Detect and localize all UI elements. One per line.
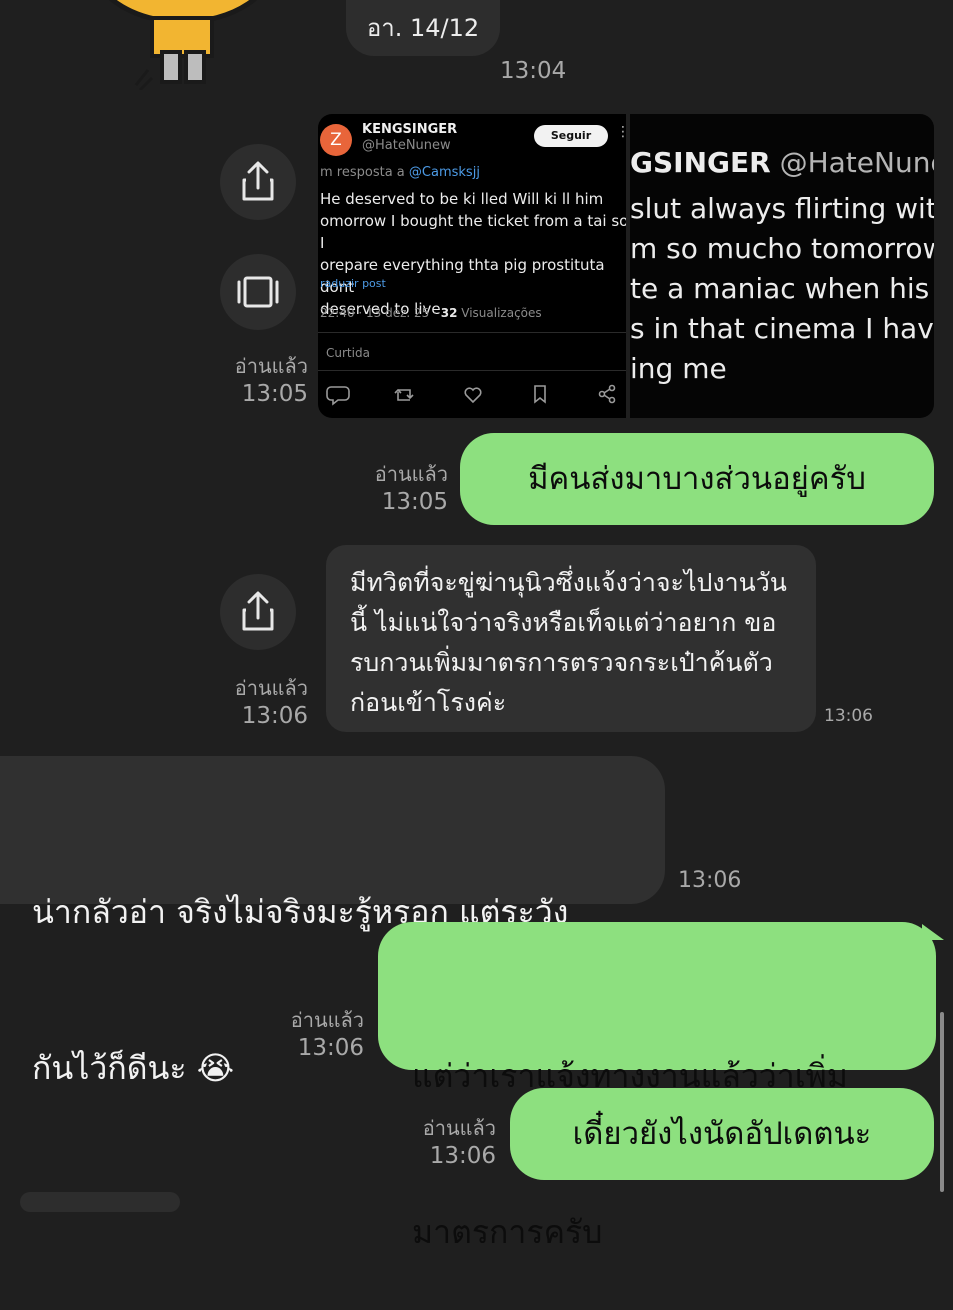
message-meta: อ่านแล้ว 13:06 bbox=[256, 1006, 364, 1062]
message-time: 13:05 bbox=[241, 381, 308, 407]
zoom-tweet-header: GSINGER @HateNune bbox=[630, 146, 934, 179]
tweet-zoom-image[interactable]: GSINGER @HateNune slut always flirting w… bbox=[630, 114, 934, 418]
message-time: 13:06 bbox=[429, 1143, 496, 1169]
date-separator: อา. 14/12 bbox=[346, 0, 500, 56]
tweet-avatar: Z bbox=[320, 124, 352, 156]
share-icon bbox=[242, 161, 274, 201]
message-line: มาตรการครับ bbox=[412, 1213, 603, 1251]
tweet-liked-label: Curtida bbox=[326, 346, 370, 360]
zoom-tweet-line: ing me bbox=[630, 352, 727, 385]
tweet-translate-link: raduzir post bbox=[320, 277, 386, 290]
read-status: อ่านแล้ว bbox=[290, 1008, 364, 1032]
more-icon: ⋮ bbox=[616, 124, 626, 140]
next-message-peek bbox=[20, 1192, 180, 1212]
divider bbox=[318, 332, 626, 333]
scrollbar[interactable] bbox=[940, 1012, 944, 1192]
zoom-tweet-line: te a maniac when his b bbox=[630, 272, 934, 305]
reply-icon bbox=[326, 386, 350, 406]
tweet-follow-button: Seguir bbox=[534, 125, 608, 147]
share-button[interactable] bbox=[220, 574, 296, 650]
tweet-body: He deserved to be ki lled Will ki ll him… bbox=[320, 190, 626, 318]
like-icon bbox=[464, 387, 482, 404]
share-button[interactable] bbox=[220, 144, 296, 220]
tweet-reply-context: m resposta a @Camsksjj bbox=[320, 165, 480, 180]
repost-icon bbox=[394, 388, 414, 401]
message-line: มีทวิตที่จะขู่ฆ่านุนิวซึ่งแจ้งว่าจะไปงาน… bbox=[350, 568, 787, 597]
tweet-author-name: KENGSINGER bbox=[362, 122, 458, 137]
zoom-tweet-line: slut always flirting with bbox=[630, 192, 934, 225]
read-status: อ่านแล้ว bbox=[234, 354, 308, 378]
read-status: อ่านแล้ว bbox=[422, 1116, 496, 1140]
tweet-stats: 22:40 · 13 dez. 25 · 32 Visualizações bbox=[320, 306, 542, 320]
share-icon bbox=[242, 591, 274, 631]
message-time: 13:06 bbox=[241, 703, 308, 729]
gallery-button[interactable] bbox=[220, 254, 296, 330]
bookmark-icon bbox=[534, 385, 546, 404]
share-icon bbox=[598, 384, 616, 404]
tweet-author-handle: @HateNunew bbox=[362, 138, 451, 153]
message-meta: อ่านแล้ว 13:05 bbox=[340, 460, 448, 516]
message-meta: อ่านแล้ว 13:06 bbox=[200, 674, 308, 730]
message-time: 13:06 bbox=[297, 1035, 364, 1061]
message-line: รบกวนเพิ่มมาตรการตรวจกระเป๋าค้นตัว bbox=[350, 648, 773, 677]
message-bubble-received[interactable]: น่ากลัวอ่า จริงไม่จริงมะรู้หรอก แต่ระวัง… bbox=[0, 756, 665, 1087]
tweet-action-bar bbox=[318, 378, 626, 408]
zoom-tweet-line: s in that cinema I have bbox=[630, 312, 934, 345]
gallery-icon bbox=[237, 276, 279, 308]
read-status: อ่านแล้ว bbox=[234, 676, 308, 700]
message-meta: อ่านแล้ว 13:05 bbox=[200, 352, 308, 408]
message-bubble-sent[interactable]: แต่ว่าเราแจ้งทางงานแล้วว่าเพิ่ม มาตรการค… bbox=[378, 922, 936, 1251]
message-bubble-sent[interactable]: เดี๋ยวยังไงนัดอัปเดตนะ bbox=[510, 1088, 934, 1180]
message-line: ก่อนเข้าโรงค่ะ bbox=[350, 688, 507, 717]
zoom-tweet-line: m so mucho tomorrow bbox=[630, 232, 934, 265]
message-line: นี้ ไม่แน่ใจว่าจริงหรือเท็จแต่ว่าอยาก ขอ bbox=[350, 608, 777, 637]
message-time: 13:06 bbox=[678, 868, 742, 893]
message-bubble-sent[interactable]: มีคนส่งมาบางส่วนอยู่ครับ bbox=[460, 433, 934, 525]
contact-avatar-sticker[interactable] bbox=[88, 0, 278, 90]
divider bbox=[318, 370, 626, 371]
message-meta: อ่านแล้ว 13:06 bbox=[388, 1114, 496, 1170]
tweet-screenshot-image[interactable]: Z KENGSINGER @HateNunew Seguir ⋮ m respo… bbox=[318, 114, 626, 418]
forwarded-message-bubble[interactable]: มีทวิตที่จะขู่ฆ่านุนิวซึ่งแจ้งว่าจะไปงาน… bbox=[326, 545, 816, 732]
read-status: อ่านแล้ว bbox=[374, 462, 448, 486]
message-time: 13:05 bbox=[381, 489, 448, 515]
message-time: 13:06 bbox=[824, 706, 873, 726]
message-time: 13:04 bbox=[500, 58, 567, 84]
